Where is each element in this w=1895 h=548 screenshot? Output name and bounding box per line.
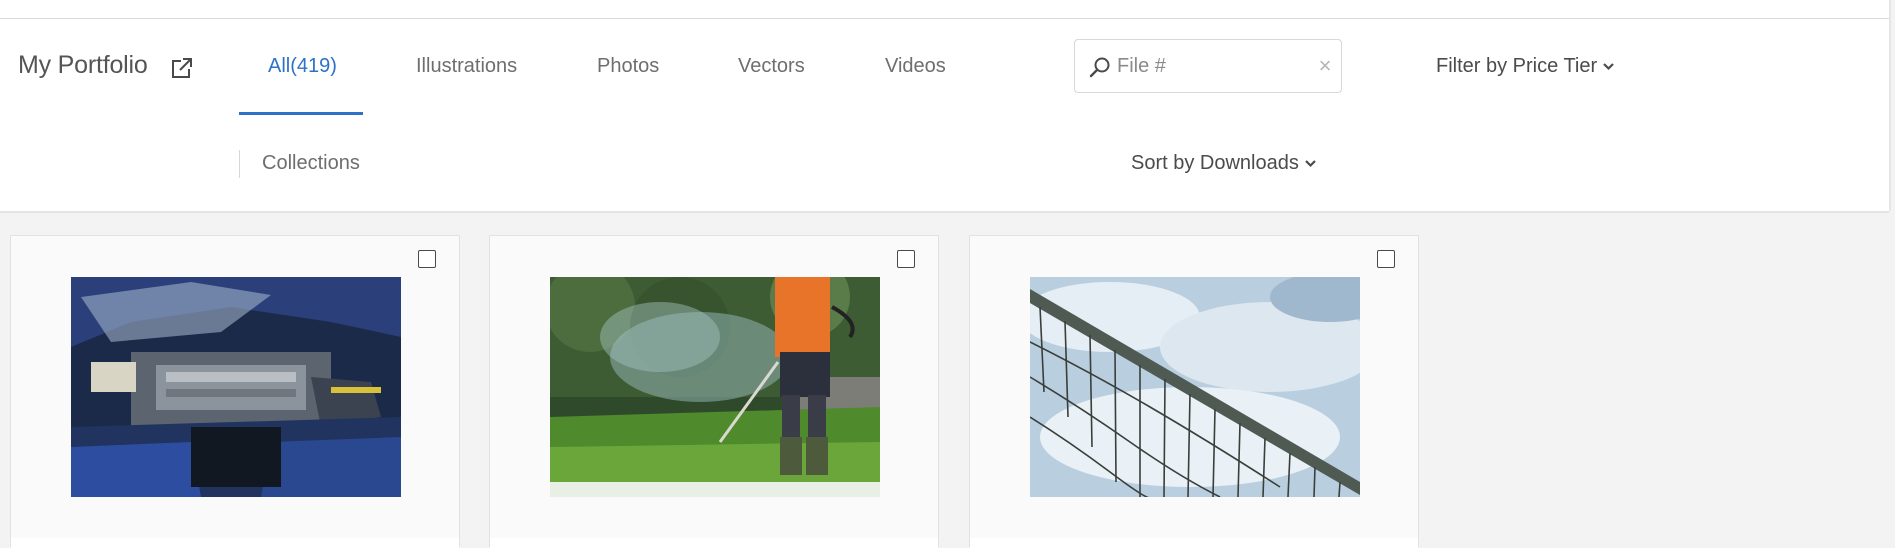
asset-card[interactable]	[489, 235, 939, 548]
asset-thumbnail[interactable]	[1030, 277, 1360, 497]
active-tab-indicator	[239, 112, 363, 115]
tab-illustrations[interactable]: Illustrations	[416, 55, 517, 78]
collections-link[interactable]: Collections	[262, 152, 360, 175]
tab-videos[interactable]: Videos	[885, 55, 946, 78]
header-divider	[0, 211, 1889, 213]
file-search-box[interactable]: ×	[1074, 39, 1342, 93]
portfolio-header: My Portfolio All(419) Illustrations Phot…	[0, 0, 1891, 211]
volleyball-net-sky-photo	[1030, 277, 1360, 497]
sort-dropdown[interactable]: Sort by Downloads	[1131, 152, 1317, 175]
external-link-icon[interactable]	[171, 57, 193, 79]
file-number-input[interactable]	[1117, 52, 1307, 80]
tab-photos[interactable]: Photos	[597, 55, 659, 78]
sort-label: Sort by Downloads	[1131, 152, 1299, 174]
asset-select-checkbox[interactable]	[897, 250, 915, 268]
car-engine-photo	[71, 277, 401, 497]
top-divider	[0, 18, 1889, 19]
asset-select-checkbox[interactable]	[418, 250, 436, 268]
collections-divider	[239, 150, 240, 178]
chevron-down-icon	[1305, 160, 1316, 168]
asset-card[interactable]	[10, 235, 460, 548]
asset-thumbnail[interactable]	[550, 277, 880, 497]
asset-select-checkbox[interactable]	[1377, 250, 1395, 268]
search-icon	[1089, 57, 1110, 78]
grass-trimmer-worker-photo	[550, 277, 880, 497]
asset-card[interactable]	[969, 235, 1419, 548]
asset-thumbnail[interactable]	[71, 277, 401, 497]
tab-all[interactable]: All(419)	[268, 55, 337, 78]
price-tier-filter-label: Filter by Price Tier	[1436, 55, 1598, 77]
page-title: My Portfolio	[18, 51, 148, 79]
chevron-down-icon	[1603, 63, 1614, 71]
close-icon[interactable]: ×	[1315, 54, 1335, 78]
tab-vectors[interactable]: Vectors	[738, 55, 805, 78]
price-tier-filter-dropdown[interactable]: Filter by Price Tier	[1436, 55, 1615, 78]
